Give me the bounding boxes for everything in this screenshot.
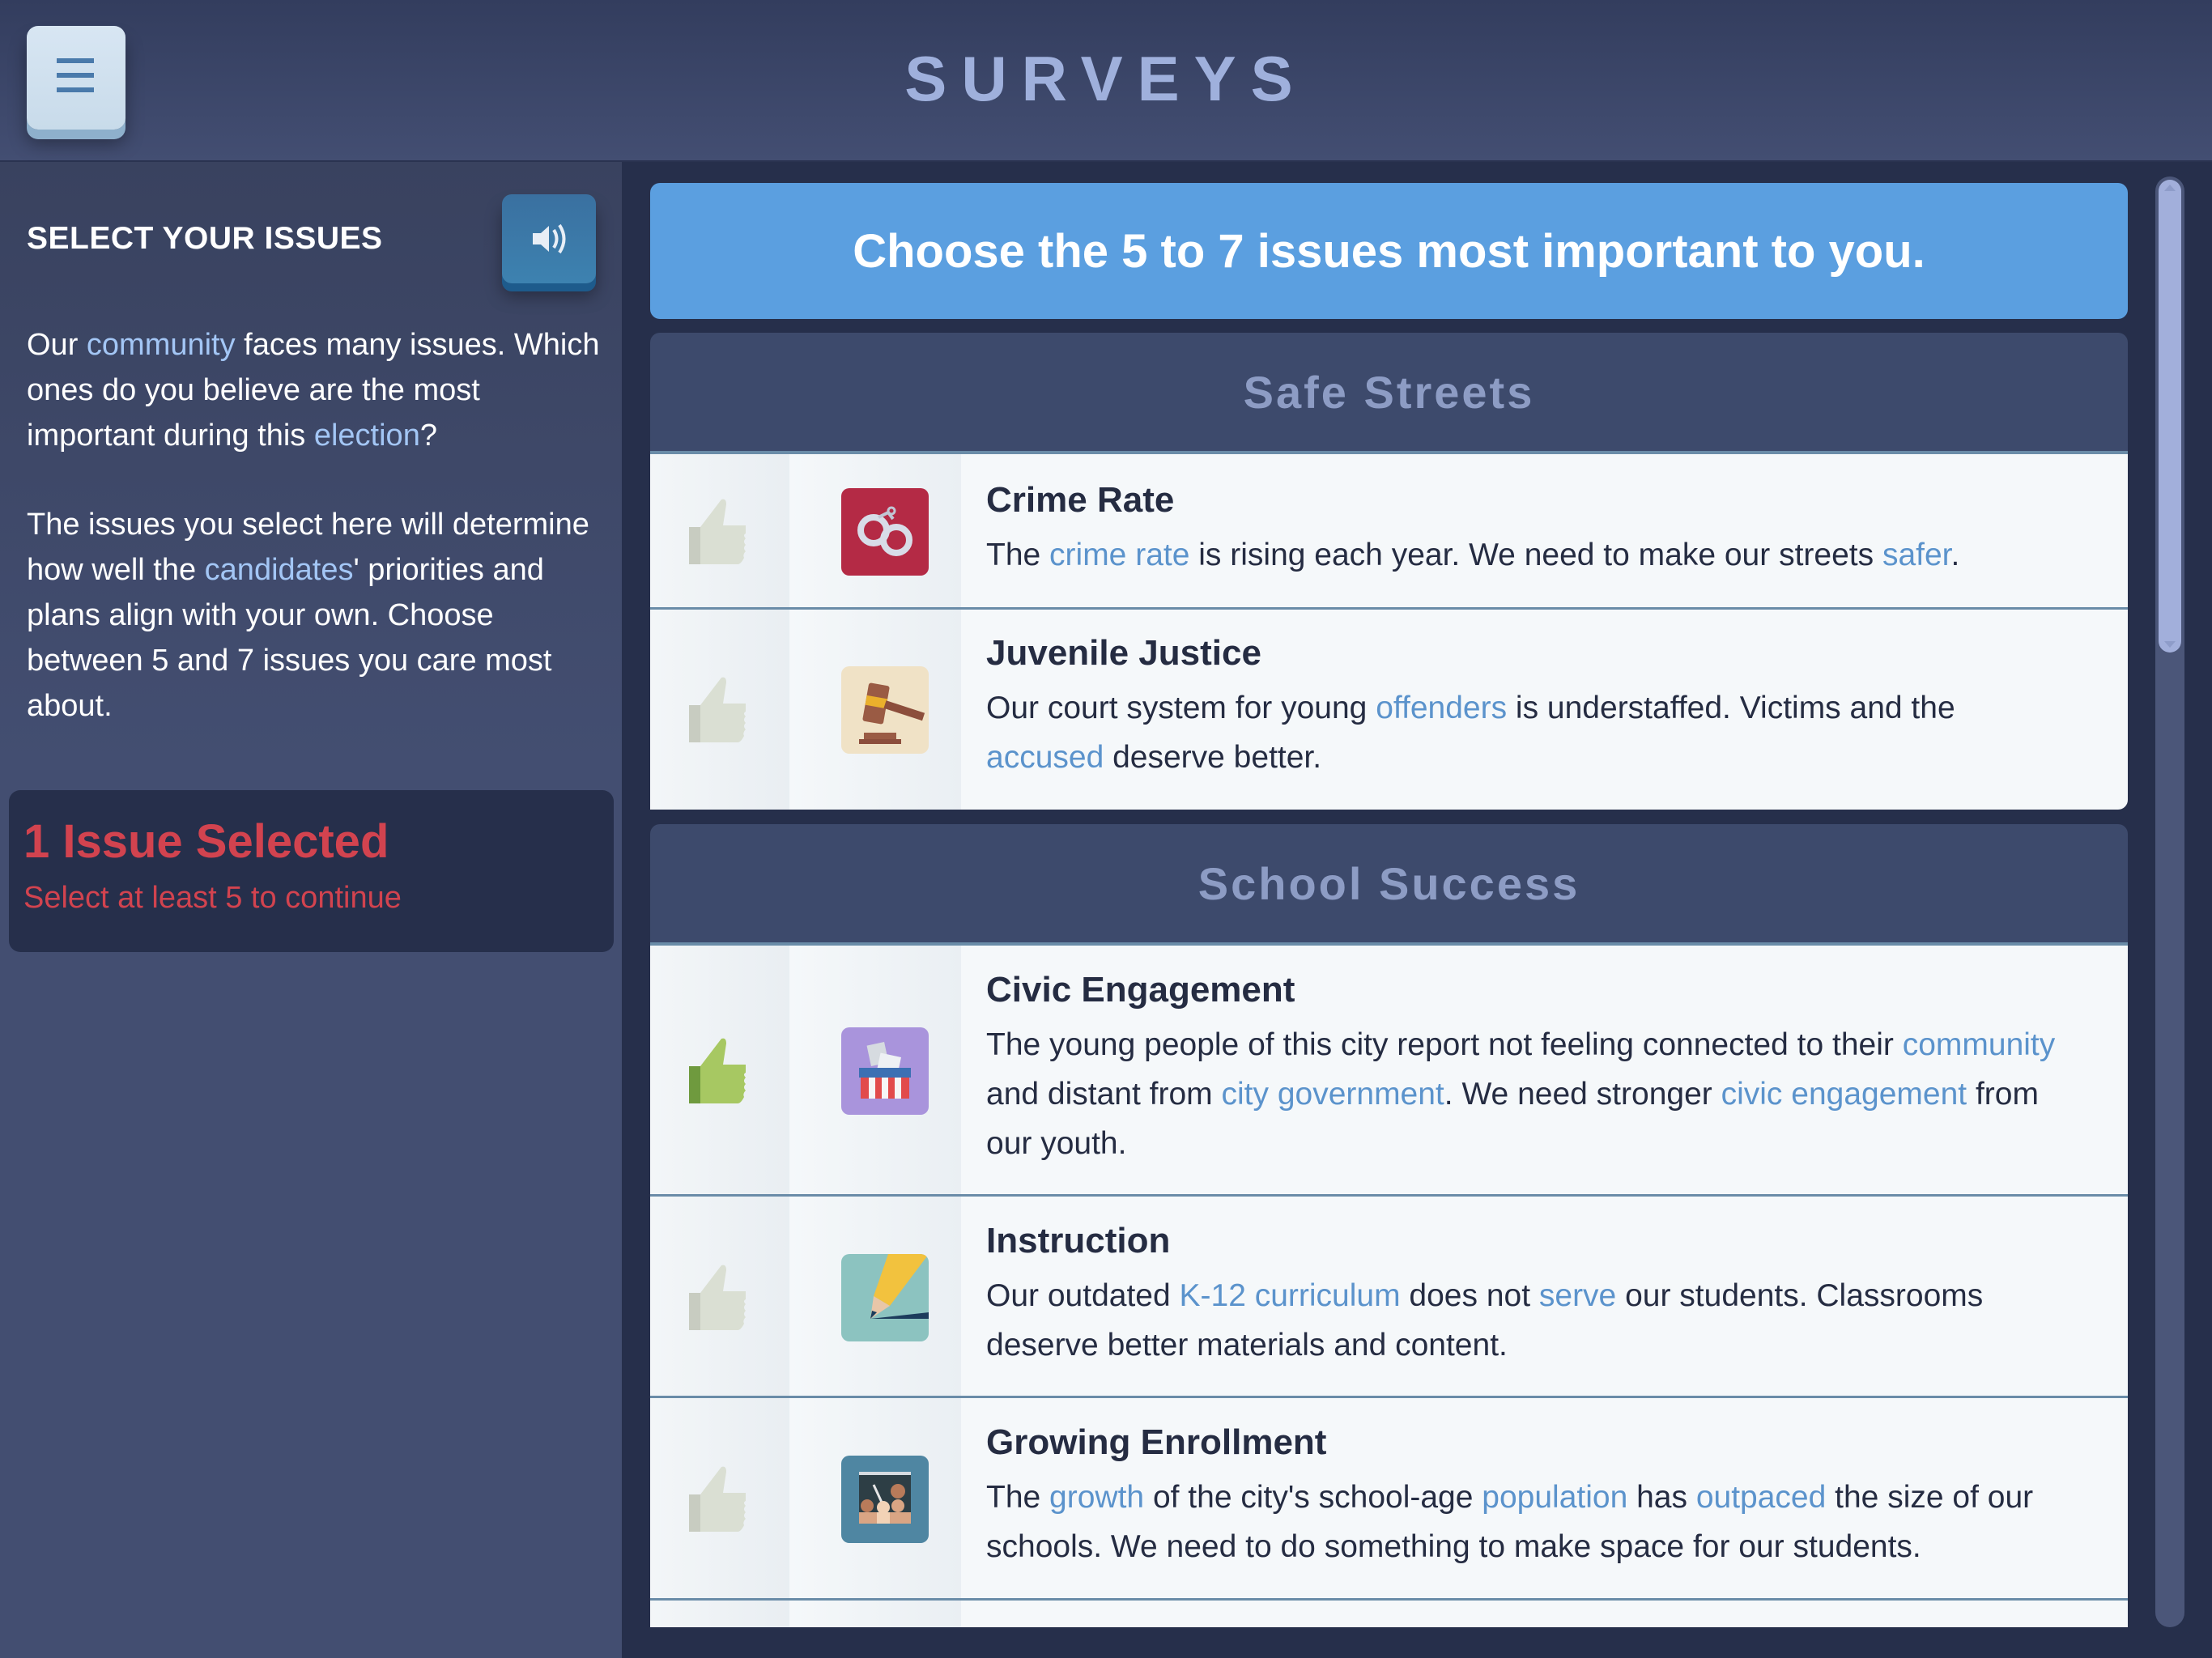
issue-description: Our court system for young offenders is … bbox=[986, 683, 2071, 782]
select-toggle[interactable] bbox=[650, 1197, 789, 1396]
issue-row[interactable]: Civic Engagement The young people of this… bbox=[650, 946, 2128, 1197]
text: Our bbox=[27, 328, 87, 362]
issue-title: Growing Enrollment bbox=[986, 1422, 1327, 1462]
text: of the city's school-age bbox=[1144, 1480, 1482, 1515]
handcuffs-icon bbox=[841, 488, 929, 576]
glossary-link[interactable]: offenders bbox=[1376, 691, 1507, 725]
read-aloud-button[interactable] bbox=[502, 194, 596, 283]
text: Our court system for young bbox=[986, 690, 1376, 725]
text: is rising each year. We need to make our… bbox=[1189, 537, 1882, 572]
text: is understaffed. Victims and the bbox=[1507, 690, 1955, 725]
glossary-link[interactable]: K-12 curriculum bbox=[1180, 1278, 1401, 1313]
glossary-link[interactable]: serve bbox=[1539, 1278, 1616, 1313]
text: The bbox=[986, 537, 1050, 572]
select-toggle[interactable] bbox=[650, 610, 789, 810]
text: The bbox=[986, 1480, 1050, 1515]
glossary-link[interactable]: community bbox=[1903, 1027, 2056, 1062]
glossary-link[interactable]: population bbox=[1482, 1480, 1627, 1515]
issue-description: The growth of the city's school-age popu… bbox=[986, 1473, 2071, 1571]
text: deserve better. bbox=[1104, 739, 1322, 775]
pencil-icon bbox=[841, 1253, 929, 1341]
thumbs-up-icon bbox=[689, 1465, 747, 1537]
scrollbar-thumb[interactable] bbox=[2159, 180, 2181, 653]
speaker-icon bbox=[533, 223, 566, 254]
glossary-link[interactable]: city government bbox=[1221, 1077, 1444, 1112]
issue-description: The young people of this city report not… bbox=[986, 1020, 2071, 1168]
glossary-link[interactable]: candidates bbox=[205, 553, 354, 587]
selection-count: 1 Issue Selected bbox=[23, 815, 389, 868]
text: ? bbox=[419, 419, 437, 453]
classroom-icon bbox=[841, 1456, 929, 1543]
glossary-link[interactable]: growth bbox=[1049, 1480, 1144, 1515]
sidebar: SELECT YOUR ISSUES Our community faces m… bbox=[0, 162, 622, 1658]
thumbs-up-icon bbox=[689, 676, 747, 748]
thumbs-up-icon bbox=[689, 1264, 747, 1336]
gavel-icon bbox=[841, 665, 929, 754]
thumbs-up-selected-icon bbox=[689, 1037, 747, 1109]
issue-description: Our outdated K-12 curriculum does not se… bbox=[986, 1271, 2071, 1370]
instruction-banner: Choose the 5 to 7 issues most important … bbox=[650, 183, 2128, 319]
glossary-link[interactable]: accused bbox=[986, 740, 1104, 775]
intro-paragraph: Our community faces many issues. Which o… bbox=[27, 322, 602, 458]
glossary-link[interactable]: crime rate bbox=[1049, 538, 1189, 572]
issues-panel: Choose the 5 to 7 issues most important … bbox=[623, 162, 2212, 1658]
glossary-link[interactable]: safer bbox=[1882, 538, 1951, 572]
issue-row[interactable]: Instruction Our outdated K-12 curriculum … bbox=[650, 1197, 2128, 1398]
text: . bbox=[1950, 537, 1960, 572]
issue-row-partial[interactable] bbox=[650, 1601, 2128, 1627]
glossary-link[interactable]: election bbox=[314, 419, 420, 453]
issue-row[interactable]: Juvenile Justice Our court system for you… bbox=[650, 610, 2128, 810]
ballot-box-icon bbox=[841, 1027, 929, 1115]
glossary-link[interactable]: civic engagement bbox=[1721, 1077, 1967, 1112]
page-title: SURVEYS bbox=[904, 43, 1308, 114]
sidebar-title: SELECT YOUR ISSUES bbox=[27, 221, 383, 256]
scroll-up-icon bbox=[2164, 185, 2176, 191]
issue-title: Juvenile Justice bbox=[986, 632, 1261, 673]
issue-row[interactable]: Growing Enrollment The growth of the city… bbox=[650, 1398, 2128, 1601]
selection-status: 1 Issue Selected Select at least 5 to co… bbox=[9, 790, 614, 952]
text: and distant from bbox=[986, 1076, 1222, 1112]
text: The young people of this city report not… bbox=[986, 1027, 1903, 1062]
thumbs-up-icon bbox=[689, 498, 747, 570]
issue-description: The crime rate is rising each year. We n… bbox=[986, 530, 2071, 580]
text: . We need stronger bbox=[1444, 1076, 1721, 1112]
section-header-safe-streets: Safe Streets bbox=[650, 333, 2128, 454]
glossary-link[interactable]: community bbox=[87, 328, 236, 362]
text: has bbox=[1627, 1480, 1696, 1515]
app-header: SURVEYS bbox=[0, 0, 2212, 162]
selection-hint: Select at least 5 to continue bbox=[23, 881, 402, 915]
issue-row[interactable]: Crime Rate The crime rate is rising each … bbox=[650, 454, 2128, 610]
select-toggle[interactable] bbox=[650, 1398, 789, 1598]
text: does not bbox=[1400, 1278, 1539, 1313]
select-toggle[interactable] bbox=[650, 946, 789, 1194]
issue-title: Civic Engagement bbox=[986, 969, 1295, 1010]
section-header-school-success: School Success bbox=[650, 824, 2128, 946]
issue-title: Crime Rate bbox=[986, 479, 1175, 520]
text: Our outdated bbox=[986, 1278, 1180, 1313]
issue-title: Instruction bbox=[986, 1220, 1171, 1261]
instructions-paragraph: The issues you select here will determin… bbox=[27, 502, 602, 729]
glossary-link[interactable]: outpaced bbox=[1696, 1480, 1826, 1515]
select-toggle[interactable] bbox=[650, 454, 789, 607]
scroll-down-icon bbox=[2164, 641, 2176, 648]
